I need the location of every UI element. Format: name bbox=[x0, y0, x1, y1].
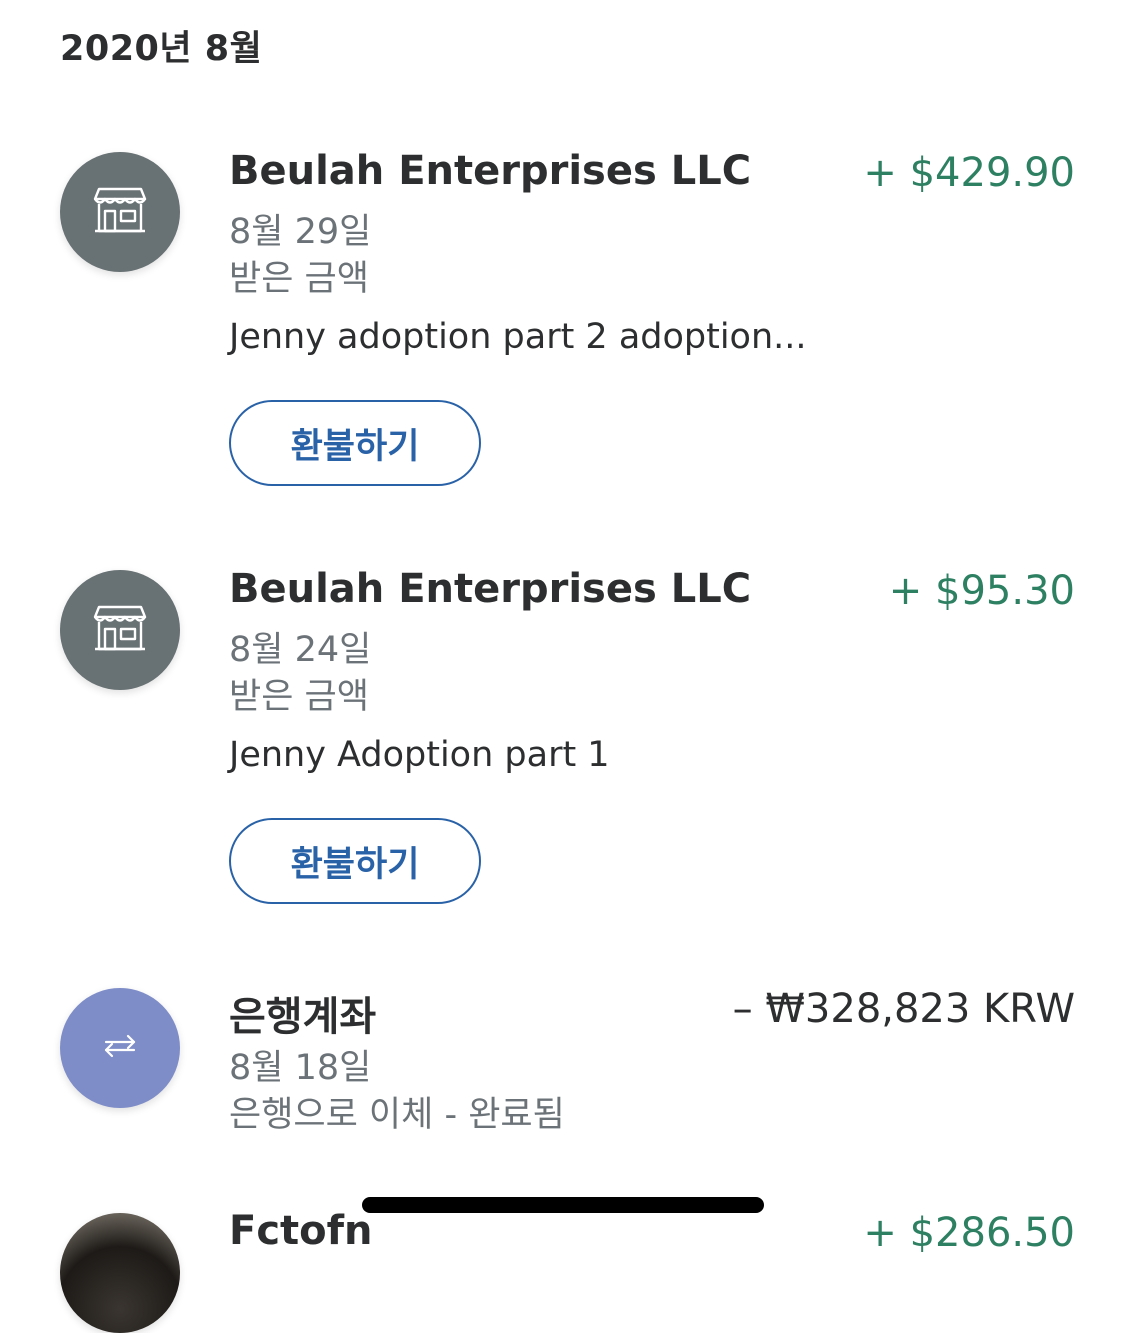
refund-button[interactable]: 환불하기 bbox=[229, 818, 481, 904]
transaction-date: 8월 18일 bbox=[229, 1048, 372, 1088]
transaction-date: 8월 24일 bbox=[229, 630, 372, 670]
transfer-avatar bbox=[60, 988, 180, 1108]
storefront-icon bbox=[91, 599, 149, 661]
transaction-type: 받은 금액 bbox=[229, 677, 369, 717]
transaction-note: Jenny adoption part 2 adoption... bbox=[229, 317, 807, 357]
merchant-avatar bbox=[60, 570, 180, 690]
home-indicator bbox=[362, 1197, 764, 1213]
transaction-name: Fctofn bbox=[229, 1208, 373, 1254]
transaction-type: 은행으로 이체 - 완료됨 bbox=[229, 1095, 565, 1135]
refund-button[interactable]: 환불하기 bbox=[229, 400, 481, 486]
merchant-avatar bbox=[60, 152, 180, 272]
profile-photo bbox=[60, 1213, 180, 1333]
storefront-icon bbox=[91, 181, 149, 243]
transaction-date: 8월 29일 bbox=[229, 212, 372, 252]
transfer-arrows-icon bbox=[100, 1031, 140, 1065]
transaction-note: Jenny Adoption part 1 bbox=[229, 735, 610, 775]
transaction-amount: + $429.90 bbox=[863, 150, 1075, 196]
transaction-amount: – ₩328,823 KRW bbox=[732, 986, 1075, 1032]
transaction-name: Beulah Enterprises LLC bbox=[229, 148, 752, 194]
transaction-name: 은행계좌 bbox=[229, 994, 377, 1040]
month-header: 2020년 8월 bbox=[60, 29, 263, 69]
transaction-amount: + $286.50 bbox=[863, 1210, 1075, 1256]
transaction-type: 받은 금액 bbox=[229, 259, 369, 299]
transaction-amount: + $95.30 bbox=[888, 568, 1075, 614]
transaction-name: Beulah Enterprises LLC bbox=[229, 566, 752, 612]
